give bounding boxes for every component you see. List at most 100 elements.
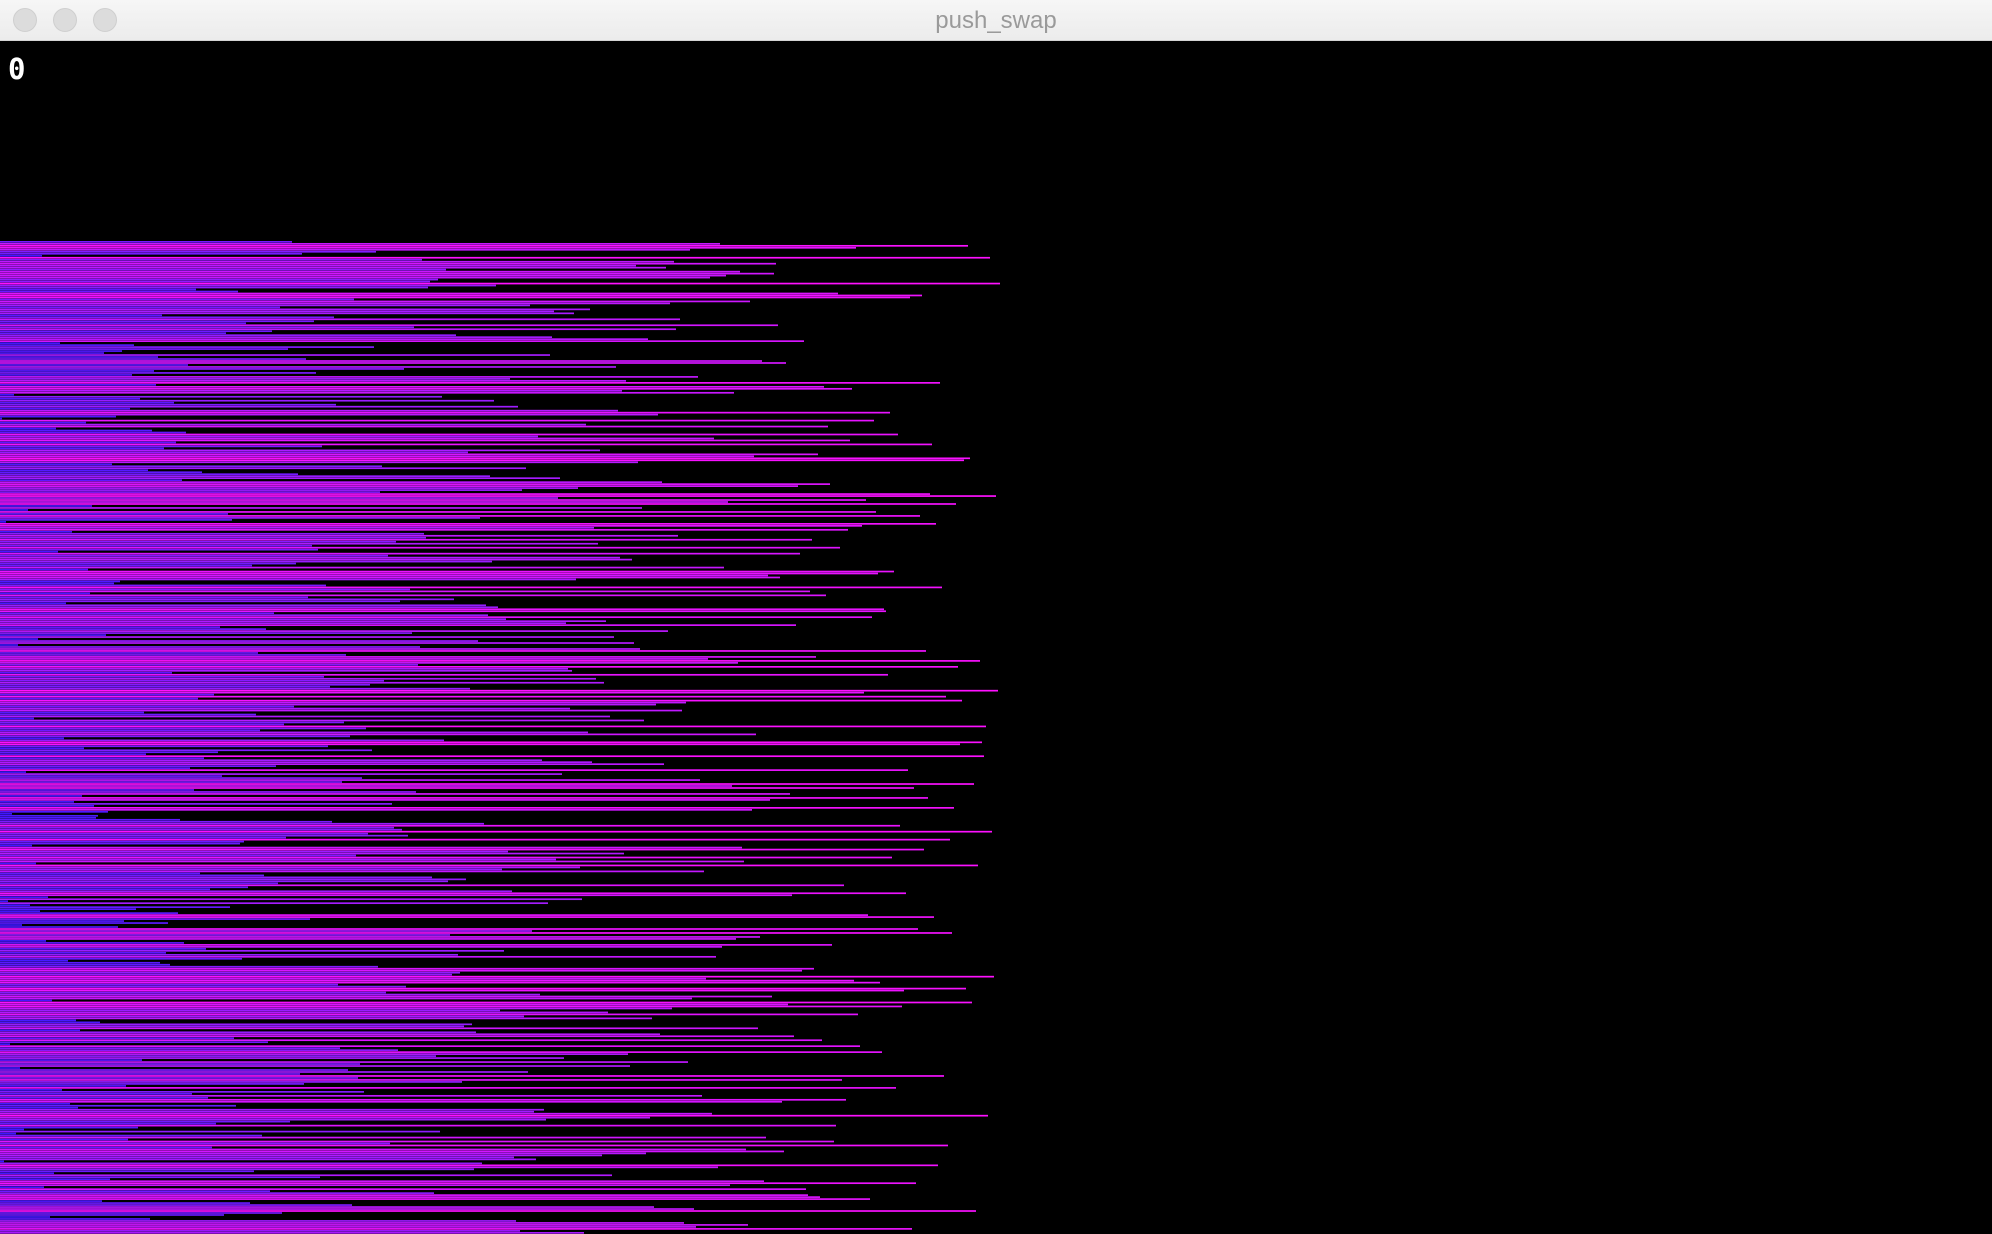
stack-a-bar xyxy=(0,268,446,271)
stack-a-bar xyxy=(0,991,386,994)
stack-a-bar xyxy=(0,536,426,539)
stack-a-bar xyxy=(0,870,704,873)
stack-a-bar xyxy=(0,755,984,758)
stack-a-bar xyxy=(0,350,122,352)
stack-a-bar xyxy=(0,552,800,555)
stack-a-bar xyxy=(0,1083,304,1085)
stack-a-bar xyxy=(0,914,868,916)
stack-a-bar xyxy=(0,523,936,525)
stack-a-bar xyxy=(0,844,32,847)
stack-a-bar xyxy=(0,501,728,503)
stack-a-bar xyxy=(0,908,136,910)
stack-a-bar xyxy=(0,856,892,859)
stack-a-bar xyxy=(0,807,954,809)
stack-a-bar xyxy=(0,814,98,817)
stack-a-bar xyxy=(0,1102,70,1105)
stack-a-bar xyxy=(0,409,618,412)
stack-a-bar xyxy=(0,697,198,700)
stack-a-bar xyxy=(0,620,606,623)
stack-a-bar xyxy=(0,1232,584,1234)
stack-a-bar xyxy=(0,1198,870,1200)
stack-a-bar xyxy=(0,747,84,750)
stack-a-bar xyxy=(0,328,676,331)
stack-a-bar xyxy=(0,975,994,978)
stack-a-bar xyxy=(0,415,116,418)
stack-a-bar xyxy=(0,1142,390,1145)
stack-a-bar xyxy=(0,644,18,646)
stack-a-bar xyxy=(0,868,502,871)
stack-a-bar xyxy=(0,646,420,648)
stack-a-bar xyxy=(0,654,346,656)
stack-a-bar xyxy=(0,930,532,932)
stack-a-bar xyxy=(0,1089,62,1091)
stack-a-bar xyxy=(0,1202,250,1204)
stack-a-bar xyxy=(0,888,210,891)
stack-a-bar xyxy=(0,310,554,313)
stack-a-bar xyxy=(0,487,578,489)
stack-a-bar xyxy=(0,1041,268,1044)
stack-a-bar xyxy=(0,1218,150,1220)
stack-a-bar xyxy=(0,723,284,726)
stack-a-bar xyxy=(0,983,338,986)
stack-a-bar xyxy=(0,528,848,531)
stack-a-bar xyxy=(0,711,144,714)
stack-a-bar xyxy=(0,614,488,617)
stack-a-bar xyxy=(0,1176,320,1179)
stack-a-bar xyxy=(0,298,354,301)
stack-a-bar xyxy=(0,1053,628,1055)
stack-a-bar xyxy=(0,993,540,996)
stack-a-bar xyxy=(0,1158,536,1161)
stack-a-bar xyxy=(0,1134,262,1137)
stack-a-bar xyxy=(0,910,40,912)
stack-a-bar xyxy=(0,326,414,329)
stack-a-bar xyxy=(0,1063,360,1065)
stack-a-bar xyxy=(0,1166,718,1169)
stack-a-bar xyxy=(0,793,790,795)
stack-a-bar xyxy=(0,995,772,998)
stack-a-bar xyxy=(0,546,840,549)
stack-a-bar xyxy=(0,517,480,519)
stack-a-bar xyxy=(0,626,220,628)
stack-a-bar xyxy=(0,985,406,988)
stack-a-bar xyxy=(0,769,908,771)
stack-a-bar xyxy=(0,538,812,541)
stack-a-bar xyxy=(0,695,946,698)
stack-a-bar xyxy=(0,719,644,722)
stack-a-bar xyxy=(0,1190,270,1192)
stack-a-bar xyxy=(0,451,468,454)
stack-a-bar xyxy=(0,896,48,899)
stack-a-bar xyxy=(0,1011,608,1014)
stack-a-bar xyxy=(0,306,280,309)
stack-a-bar xyxy=(0,979,854,982)
stack-a-bar xyxy=(0,1196,820,1198)
stack-a-bar xyxy=(0,1206,654,1208)
stack-a-bar xyxy=(0,509,28,511)
stack-a-bar xyxy=(0,803,392,805)
stack-a-bar xyxy=(0,1216,50,1218)
stack-a-bar xyxy=(0,789,194,791)
stack-a-bar xyxy=(0,997,692,1000)
stack-a-bar xyxy=(0,669,572,672)
title-bar[interactable]: push_swap xyxy=(0,0,1992,41)
stack-a-bar xyxy=(0,878,466,881)
stack-a-bar xyxy=(0,1009,500,1012)
stack-a-bar xyxy=(0,892,906,895)
stack-a-bar xyxy=(0,254,42,257)
stack-a-bar xyxy=(0,890,512,893)
stack-a-bar xyxy=(0,1069,348,1071)
stack-a-bar xyxy=(0,763,664,766)
stack-a-bar xyxy=(0,900,8,903)
stack-a-bar xyxy=(0,364,188,366)
stack-a-bar xyxy=(0,1049,398,1051)
stack-a-bar xyxy=(0,882,278,885)
stack-a-bar xyxy=(0,437,714,440)
visualizer-canvas: 0 xyxy=(0,41,1992,1234)
stack-a-bar xyxy=(0,812,12,815)
stack-a-bar xyxy=(0,479,182,482)
stack-a-bar xyxy=(0,999,52,1002)
stack-a-bar xyxy=(0,791,416,793)
stack-a-bar xyxy=(0,491,380,493)
stack-a-bar xyxy=(0,1007,672,1010)
stack-a-bar xyxy=(0,1138,128,1141)
stack-a-bar xyxy=(0,1059,142,1061)
